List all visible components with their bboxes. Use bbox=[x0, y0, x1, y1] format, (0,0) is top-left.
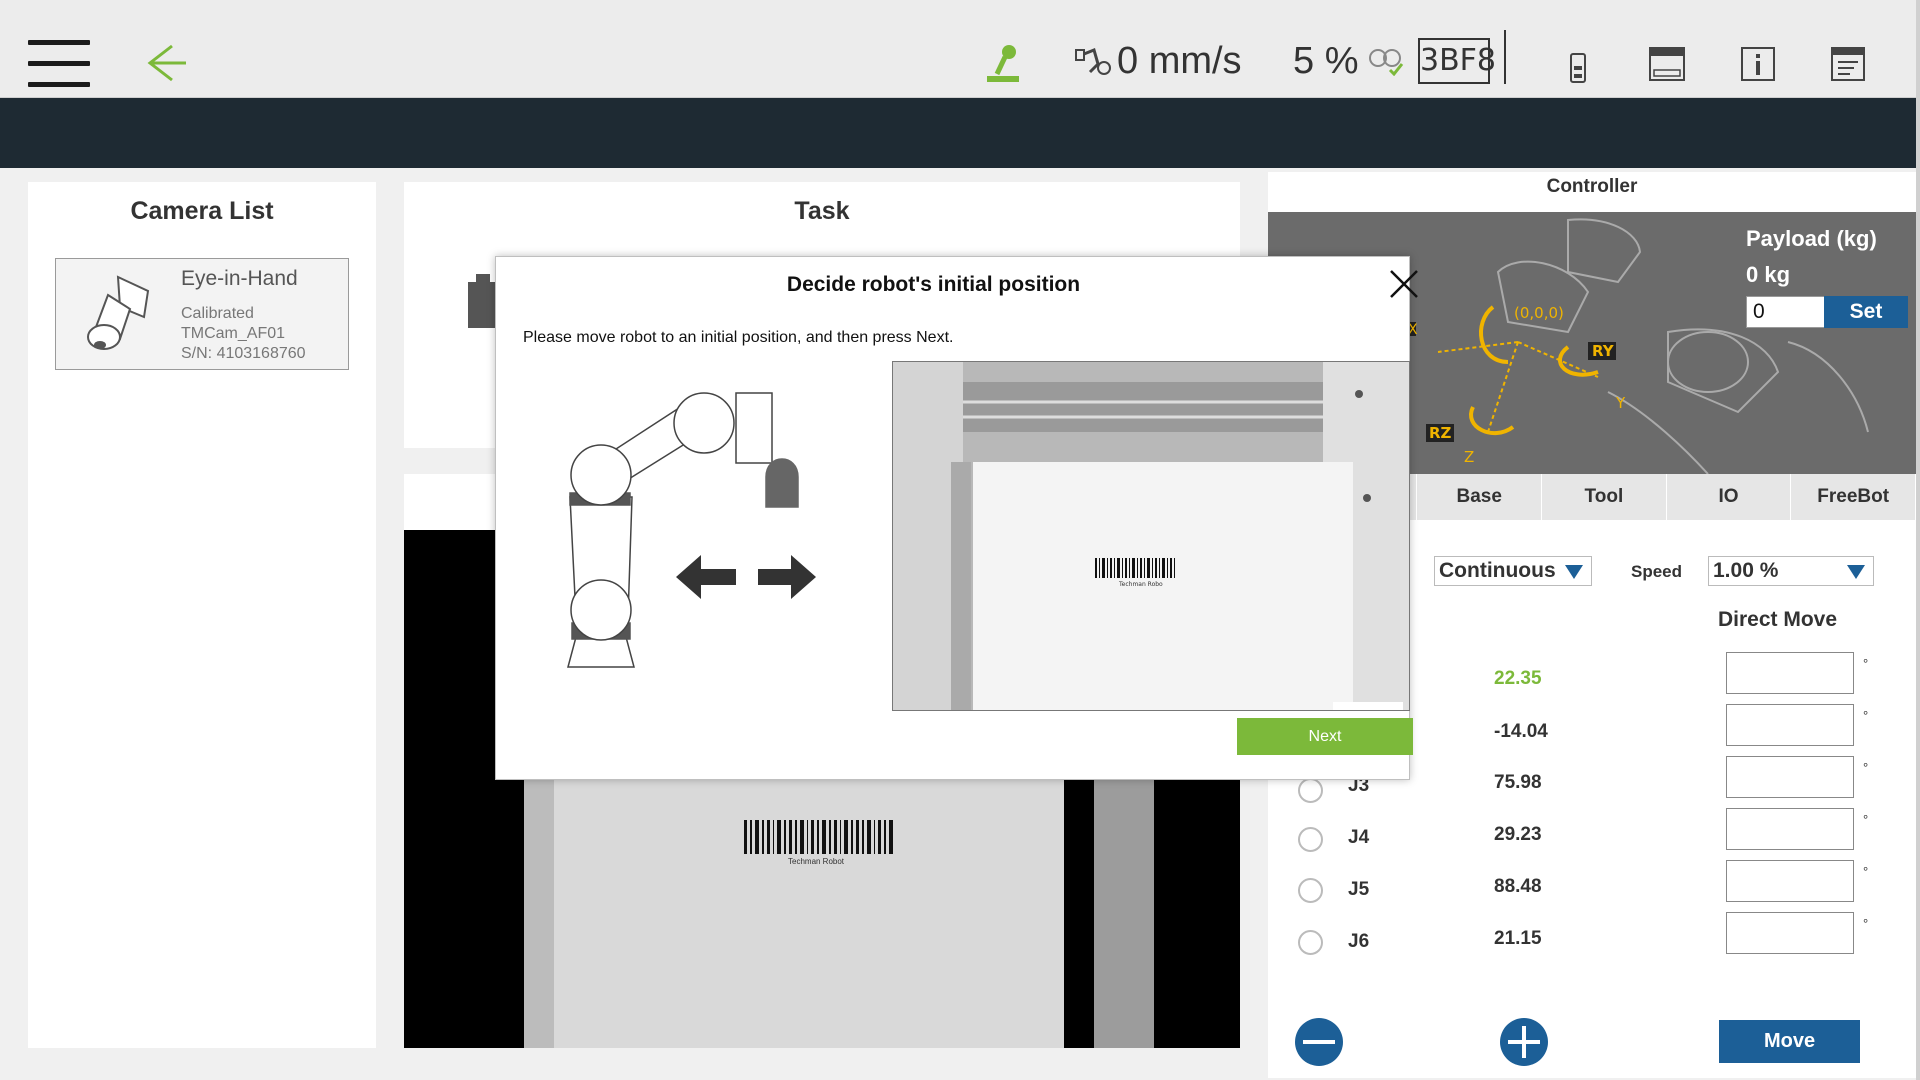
speed-percent-readout: 5 % bbox=[1293, 40, 1359, 82]
keyboard-display-icon[interactable] bbox=[1648, 46, 1686, 82]
origin-label: (0,0,0) bbox=[1514, 304, 1564, 322]
joint-value-j5: 88.48 bbox=[1494, 876, 1542, 897]
direct-move-title: Direct Move bbox=[1718, 608, 1838, 631]
status-code-badge: 3BF8 bbox=[1418, 38, 1496, 84]
camera-name: Eye-in-Hand bbox=[181, 267, 298, 290]
controller-title: Controller bbox=[1546, 176, 1638, 197]
joint-input-j6[interactable] bbox=[1726, 912, 1854, 954]
toolbar-divider bbox=[1504, 30, 1506, 84]
joint-input-j2[interactable] bbox=[1726, 704, 1854, 746]
camera-list-panel: Camera List Eye-in-Hand Calibrated TMCam… bbox=[28, 182, 376, 1048]
header-band bbox=[0, 98, 1916, 168]
dialog-title: Decide robot's initial position bbox=[786, 273, 1081, 296]
joint-radio-j5[interactable] bbox=[1298, 878, 1323, 903]
joint-radio-j4[interactable] bbox=[1298, 827, 1323, 852]
video-barcode bbox=[744, 820, 893, 854]
task-title: Task bbox=[794, 197, 850, 225]
minus-icon bbox=[1303, 1040, 1335, 1044]
joint-unit-j2: ° bbox=[1863, 708, 1869, 723]
video-rail-right bbox=[1094, 760, 1154, 1048]
jog-mode-select[interactable]: Continuous bbox=[1434, 556, 1592, 586]
y-label: Y bbox=[1615, 394, 1626, 412]
joint-label-j6: J6 bbox=[1348, 931, 1370, 952]
camera-serial: S/N: 4103168760 bbox=[181, 345, 306, 362]
log-icon[interactable] bbox=[1830, 46, 1866, 82]
camera-preview-image: Techman Robo bbox=[892, 361, 1410, 711]
rz-label: RZ bbox=[1429, 424, 1452, 442]
task-camera-icon bbox=[468, 274, 496, 328]
joint-input-j5[interactable] bbox=[1726, 860, 1854, 902]
joint-value-j6: 21.15 bbox=[1494, 928, 1542, 949]
scroll-edge bbox=[1916, 0, 1920, 1080]
video-barcode-label: Techman Robot bbox=[788, 857, 845, 866]
payload-value: 0 kg bbox=[1746, 262, 1791, 287]
video-paper bbox=[554, 775, 1064, 1048]
joint-unit-j6: ° bbox=[1863, 916, 1869, 931]
tab-base[interactable]: Base bbox=[1417, 474, 1543, 520]
camera-status: Calibrated bbox=[181, 305, 254, 322]
joint-radio-j6[interactable] bbox=[1298, 930, 1323, 955]
joint-label-j5: J5 bbox=[1348, 879, 1370, 900]
joint-unit-j4: ° bbox=[1863, 812, 1869, 827]
set-payload-button[interactable]: Set bbox=[1824, 296, 1908, 328]
joint-input-j4[interactable] bbox=[1726, 808, 1854, 850]
plus-icon bbox=[1508, 1026, 1540, 1058]
close-icon[interactable] bbox=[1387, 267, 1421, 301]
joint-label-j4: J4 bbox=[1348, 827, 1370, 848]
joint-value-j4: 29.23 bbox=[1494, 824, 1542, 845]
chevron-down-icon bbox=[1565, 565, 1583, 579]
back-arrow-icon[interactable] bbox=[140, 40, 190, 86]
chevron-down-icon bbox=[1847, 565, 1865, 579]
tcp-speed-icon bbox=[1075, 47, 1111, 75]
camera-card[interactable]: Eye-in-Hand Calibrated TMCam_AF01 S/N: 4… bbox=[55, 258, 349, 370]
joint-value-j3: 75.98 bbox=[1494, 772, 1542, 793]
joint-value-j2: -14.04 bbox=[1494, 721, 1548, 742]
payload-label: Payload (kg) bbox=[1746, 226, 1877, 251]
speed-readout: 0 mm/s bbox=[1117, 40, 1242, 82]
camera-robot-icon bbox=[87, 275, 150, 350]
dialog-instruction: Please move robot to an initial position… bbox=[523, 329, 954, 346]
tab-tool[interactable]: Tool bbox=[1542, 474, 1667, 520]
info-icon[interactable] bbox=[1740, 46, 1776, 82]
robot-status-icon bbox=[987, 45, 1019, 82]
z-label: Z bbox=[1464, 448, 1474, 466]
robot-arm-illustration bbox=[567, 392, 816, 668]
top-toolbar: 0 mm/s 5 % 3BF8 bbox=[0, 0, 1920, 98]
joint-input-j1[interactable] bbox=[1726, 652, 1854, 694]
global-speed-icon bbox=[1369, 49, 1404, 76]
move-button[interactable]: Move bbox=[1719, 1020, 1860, 1063]
decrease-button[interactable] bbox=[1295, 1018, 1343, 1066]
camera-model: TMCam_AF01 bbox=[181, 325, 286, 342]
increase-button[interactable] bbox=[1500, 1018, 1548, 1066]
hamburger-menu-icon[interactable] bbox=[28, 40, 90, 87]
joint-unit-j5: ° bbox=[1863, 864, 1869, 879]
tab-freebot[interactable]: FreeBot bbox=[1791, 474, 1917, 520]
joint-unit-j1: ° bbox=[1863, 656, 1869, 671]
camera-list-title: Camera List bbox=[130, 197, 274, 225]
speed-label: Speed bbox=[1631, 562, 1683, 581]
tab-io[interactable]: IO bbox=[1667, 474, 1792, 520]
joint-input-j3[interactable] bbox=[1726, 756, 1854, 798]
ry-label: RY bbox=[1592, 342, 1615, 360]
joint-value-j1: 22.35 bbox=[1494, 668, 1542, 689]
next-button[interactable]: Next bbox=[1237, 718, 1413, 755]
preview-barcode-label: Techman Robo bbox=[1118, 581, 1163, 588]
io-device-icon[interactable] bbox=[1568, 52, 1588, 84]
jog-mode-value: Continuous bbox=[1439, 559, 1556, 582]
preview-scene: Techman Robo bbox=[893, 362, 1409, 710]
initial-position-dialog: Decide robot's initial position Please m… bbox=[495, 256, 1418, 780]
speed-select[interactable]: 1.00 % bbox=[1708, 556, 1874, 586]
speed-value: 1.00 % bbox=[1713, 559, 1779, 582]
joint-unit-j3: ° bbox=[1863, 760, 1869, 775]
joint-radio-j3[interactable] bbox=[1298, 778, 1323, 803]
